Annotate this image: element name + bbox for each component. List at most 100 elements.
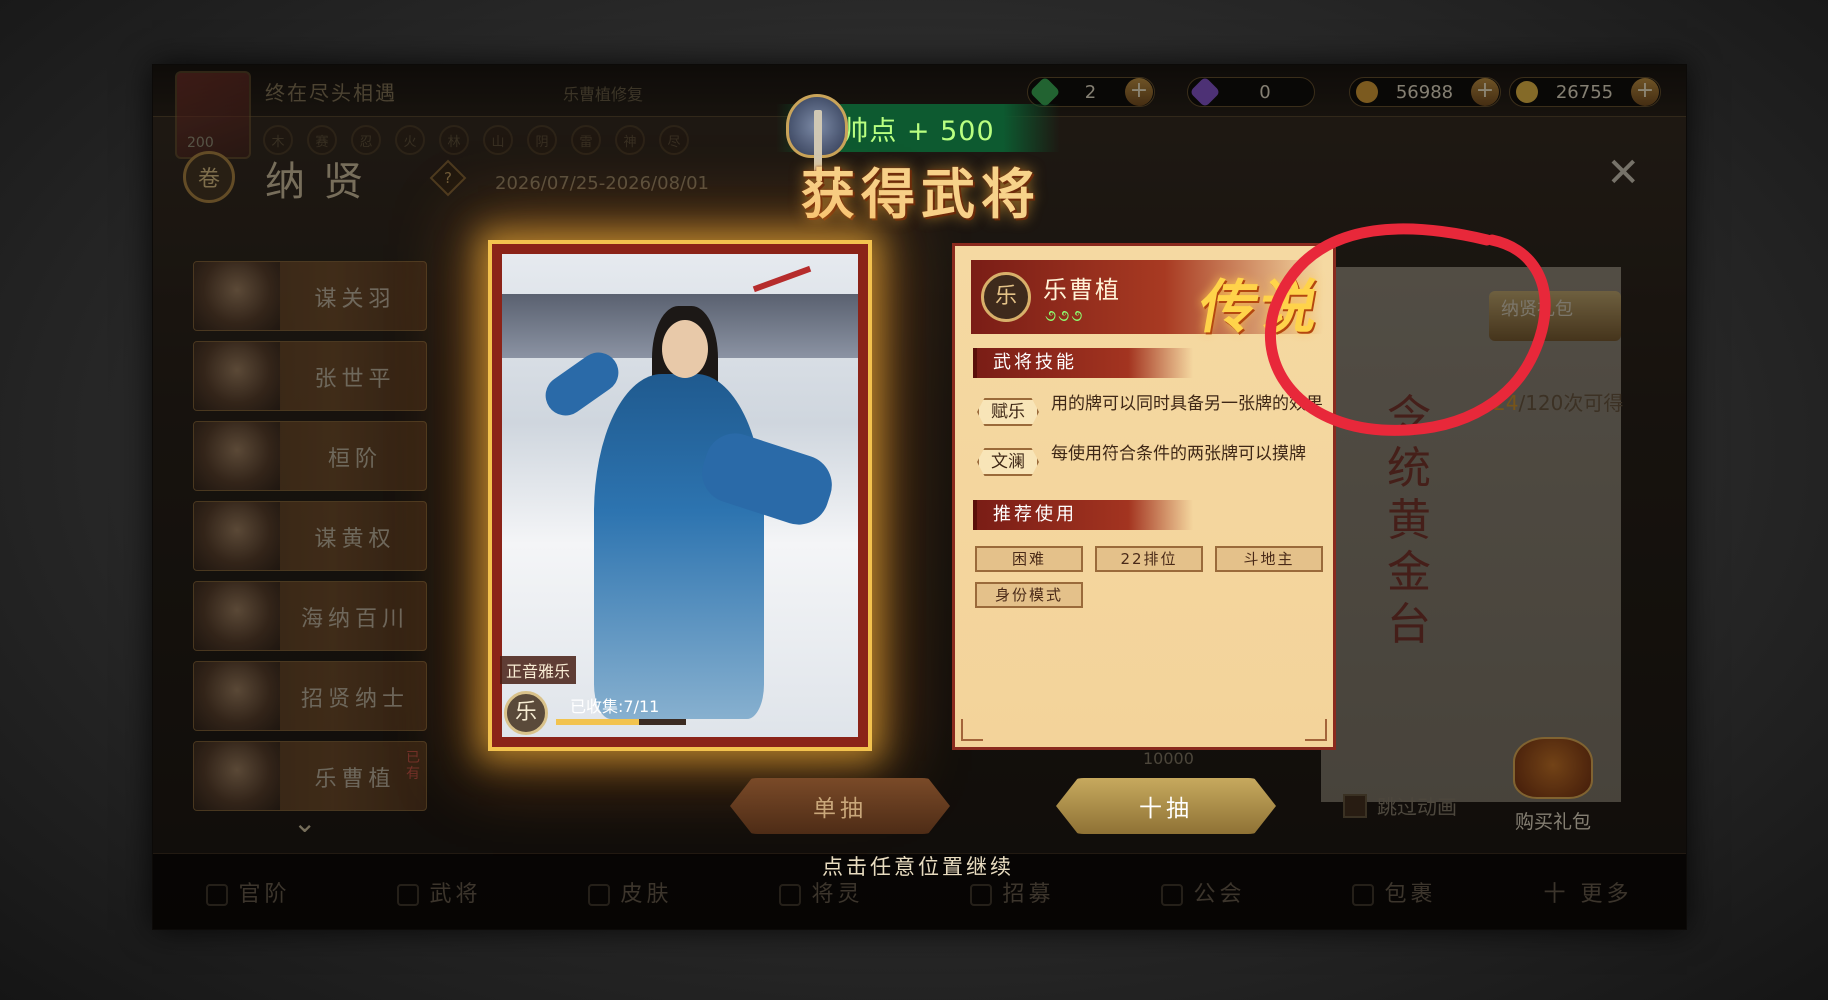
bag-icon [1352,883,1375,906]
tab-label: 将灵 [811,881,864,907]
help-icon: ? [444,169,452,187]
rank-icon [206,883,229,906]
skin-icon [588,883,611,906]
general-name: 桓阶 [327,447,382,472]
general-name: 乐曹植 [1043,276,1121,304]
general-list-item[interactable]: 招贤纳士 [193,661,427,731]
resource-value: 2 [1084,81,1097,103]
banner-text: 帅点 + 500 [841,115,995,147]
resource-value: 0 [1259,81,1271,103]
recommend-heading: 推荐使用 [973,500,1193,530]
general-list-item[interactable]: 谋关羽 [193,261,427,331]
tab-label: 皮肤 [620,881,673,907]
page-title: 纳贤 [265,159,381,205]
resource-gold-coin: 26755 + [1509,76,1661,108]
resource-value: 56988 [1395,81,1454,103]
tab-skins[interactable]: 皮肤 [588,876,672,908]
mode-tag: 22排位 [1095,546,1203,572]
skin-name: 正音雅乐 [500,656,577,684]
resource-purple-ticket: 0 [1187,76,1315,108]
element-badge: 神 [615,125,645,155]
general-portrait [194,742,280,810]
tab-generals[interactable]: 武将 [397,876,481,908]
element-badge: 尽 [659,125,689,155]
general-list-item[interactable]: 桓阶 [193,421,427,491]
element-badge: 阴 [527,125,557,155]
add-gold-coin-button[interactable]: + [1631,78,1659,106]
top-subtitle: 乐曹植修复 [563,85,644,104]
resource-gold-ingot: 56988 + [1349,76,1501,108]
general-emblem: 乐 [981,272,1031,322]
corner-ornament [961,719,983,741]
collection-progress-bar [556,719,686,725]
checkbox[interactable] [1343,793,1367,818]
add-gold-ingot-button[interactable]: + [1471,78,1499,106]
general-name: 招贤纳士 [300,687,409,712]
continue-hint: 点击任意位置继续 [822,855,1014,879]
spirit-icon [779,883,802,906]
general-name: 张世平 [314,367,396,392]
event-date-range: 2026/07/25-2026/08/01 [495,173,709,194]
annotation-stroke [1264,223,1551,436]
general-name: 谋黄权 [314,527,396,552]
gift-bag-icon [1513,737,1593,799]
tab-rank[interactable]: 官阶 [206,876,290,908]
buy-gift-button[interactable]: 购买礼包 [1493,737,1613,834]
owned-badge: 已有 [406,750,420,782]
tab-label: 武将 [429,881,482,907]
general-portrait [194,422,280,490]
general-portrait [194,582,280,650]
close-button[interactable]: ✕ [1606,153,1640,193]
plum-branch [752,265,812,293]
corner-ornament [1305,719,1327,741]
general-list-item[interactable]: 张世平 [193,341,427,411]
gift-label: 购买礼包 [1514,811,1591,833]
single-draw-button[interactable]: 单抽 [730,778,950,834]
mode-tag: 身份模式 [975,582,1083,608]
add-green-ticket-button[interactable]: + [1125,78,1153,106]
general-portrait [194,342,280,410]
general-name: 海纳百川 [300,607,409,632]
general-name: 谋关羽 [314,287,396,312]
general-portrait [194,502,280,570]
collection-status: 乐 已收集:7/11 [500,689,780,739]
avatar-number: 200 [187,135,214,151]
general-portrait [194,262,280,330]
element-badge: 林 [439,125,469,155]
skip-animation-toggle[interactable]: 跳过动画 [1343,791,1457,820]
general-list-item[interactable]: 乐曹植 已有 [193,741,427,811]
element-badge: 山 [483,125,513,155]
guild-icon [1161,883,1184,906]
element-badge: 火 [395,125,425,155]
tab-guild[interactable]: 公会 [1161,876,1245,908]
skill-tag[interactable]: 文澜 [977,448,1039,476]
hero-head [662,320,708,378]
ten-draw-button[interactable]: 十抽 [1056,778,1276,834]
hero-robe [594,374,764,719]
general-list: 谋关羽 张世平 桓阶 谋黄权 海纳百川 招贤纳士 乐曹植 已有 [193,261,427,821]
top-title: 终在尽头相遇 [265,81,397,105]
tab-label: 包裹 [1384,881,1437,907]
resource-green-ticket: 2 + [1027,76,1155,108]
general-list-item[interactable]: 谋黄权 [193,501,427,571]
tab-label: 公会 [1193,881,1246,907]
draw-cost: 10000 [1143,749,1194,768]
resource-value: 26755 [1555,81,1614,103]
mode-tag: 困难 [975,546,1083,572]
skill-tag[interactable]: 赋乐 [977,398,1039,426]
tab-bag[interactable]: 包裹 [1352,876,1436,908]
general-list-item[interactable]: 海纳百川 [193,581,427,651]
general-portrait [194,662,280,730]
element-badge: 雷 [571,125,601,155]
skills-heading: 武将技能 [973,348,1193,378]
tab-label: 十 更多 [1543,881,1633,907]
tab-label: 官阶 [238,881,291,907]
help-button[interactable]: ? [429,159,467,197]
mode-tag: 斗地主 [1215,546,1323,572]
tab-more[interactable]: 十 更多 [1543,876,1632,908]
chevron-down-icon[interactable]: ⌄ [293,806,316,839]
skip-label: 跳过动画 [1377,795,1457,819]
general-name: 乐曹植 [314,767,396,792]
collection-progress-fill [556,719,639,725]
tab-label: 招募 [1002,881,1055,907]
